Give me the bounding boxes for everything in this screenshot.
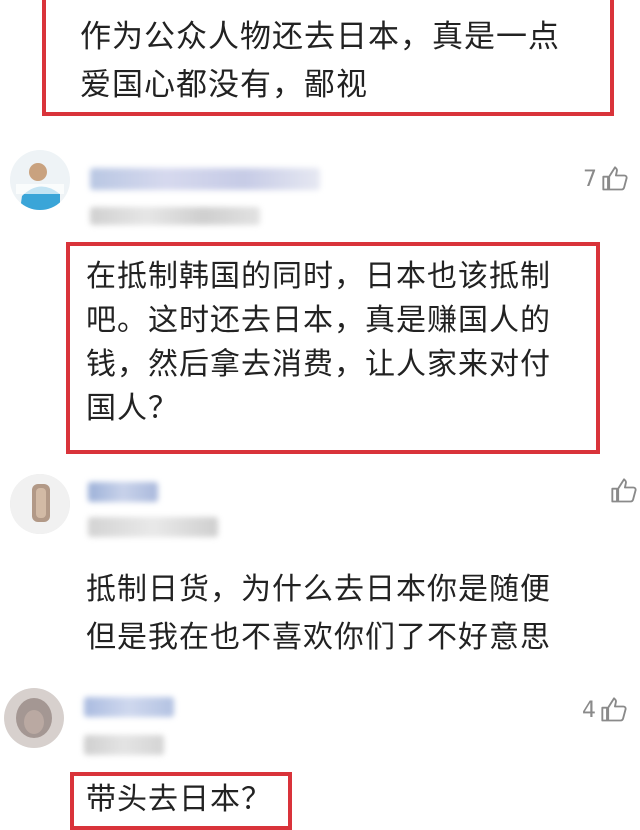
avatar-image: [10, 474, 70, 534]
comment-line: 带头去日本？: [86, 782, 272, 817]
username-blurred: [84, 697, 174, 717]
comment-3-text: 抵制日货，为什么去日本你是随便 但是我在也不喜欢你们了不好意思: [86, 566, 626, 662]
thumbs-up-icon: [602, 166, 628, 191]
username-blurred: [88, 482, 158, 502]
comment-1-text: 作为公众人物还去日本，真是一点 爱国心都没有，鄙视: [80, 15, 610, 107]
like-button-comment-2[interactable]: 7: [583, 165, 629, 193]
thumbs-up-icon: [611, 478, 637, 503]
avatar-image: [4, 688, 64, 748]
comment-line: 在抵制韩国的同时，日本也该抵制: [86, 259, 551, 294]
comment-line: 钱，然后拿去消费，让人家来对付: [86, 347, 551, 382]
avatar-image: [10, 150, 70, 210]
timestamp-blurred: [84, 735, 164, 755]
timestamp-blurred: [90, 207, 260, 225]
user-avatar[interactable]: [10, 474, 70, 534]
thumbs-up-icon: [601, 697, 627, 722]
comment-line: 国人？: [86, 391, 179, 426]
like-button-comment-3[interactable]: [606, 477, 638, 505]
comment-line: 爱国心都没有，鄙视: [80, 67, 368, 103]
comment-4-text: 带头去日本？: [86, 778, 272, 822]
comment-line: 作为公众人物还去日本，真是一点: [80, 19, 560, 55]
comment-2-text: 在抵制韩国的同时，日本也该抵制 吧。这时还去日本，真是赚国人的 钱，然后拿去消费…: [86, 255, 596, 431]
like-button-comment-4[interactable]: 4: [582, 696, 628, 724]
comment-line: 但是我在也不喜欢你们了不好意思: [86, 620, 551, 655]
comment-line: 抵制日货，为什么去日本你是随便: [86, 572, 551, 607]
username-blurred: [90, 168, 320, 190]
like-count: 4: [582, 697, 596, 723]
user-avatar[interactable]: [10, 150, 70, 210]
timestamp-blurred: [88, 517, 218, 537]
like-count: 7: [583, 166, 597, 192]
user-avatar[interactable]: [4, 688, 64, 748]
comment-line: 吧。这时还去日本，真是赚国人的: [86, 303, 551, 338]
